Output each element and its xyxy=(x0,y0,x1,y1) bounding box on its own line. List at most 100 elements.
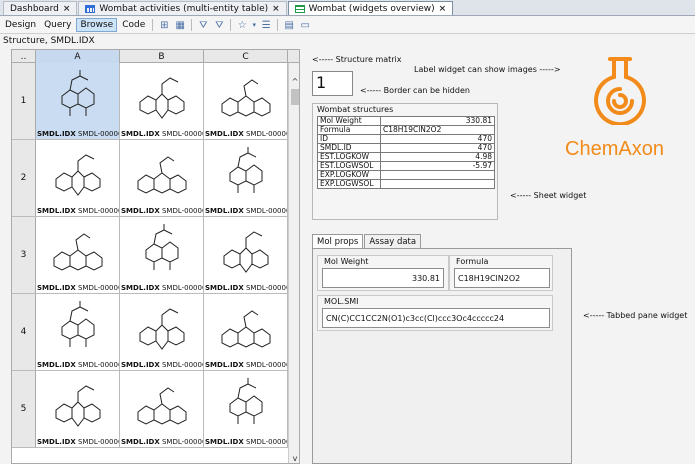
row-header[interactable]: 4 xyxy=(12,294,36,370)
sheet-widget-note: <----- Sheet widget xyxy=(510,191,587,200)
chevron-down-icon[interactable]: ▾ xyxy=(251,19,257,31)
tab-label: Wombat (widgets overview) xyxy=(308,3,435,14)
row-header[interactable]: 5 xyxy=(12,371,36,447)
row-header[interactable]: 2 xyxy=(12,140,36,216)
scrollbar-thumb[interactable] xyxy=(291,89,299,105)
structure-cell[interactable]: SMDL.IDX SMDL-00000 xyxy=(120,63,204,139)
mol-props-panel: Mol Weight 330.81 Formula C18H19ClN2O2 M… xyxy=(312,248,572,464)
tab-mol-props[interactable]: Mol props xyxy=(312,234,364,248)
sheet-title: Wombat structures xyxy=(317,105,394,114)
grid-header: .. A B C xyxy=(12,50,299,63)
structure-cell[interactable]: SMDL.IDX SMDL-00000 xyxy=(204,140,288,216)
widgets-icon xyxy=(294,4,305,13)
molecule-structure-icon xyxy=(53,233,103,271)
cell-label: SMDL.IDX SMDL-00000 xyxy=(205,207,287,215)
structure-cell[interactable]: SMDL.IDX SMDL-00000 xyxy=(204,294,288,370)
sheet-value-cell[interactable] xyxy=(380,179,495,189)
structure-cell[interactable]: SMDL.IDX SMDL-00000 xyxy=(36,63,120,139)
column-header-b[interactable]: B xyxy=(120,50,204,63)
cell-label: SMDL.IDX SMDL-00000 xyxy=(121,207,203,215)
structure-matrix-note: <----- Structure matrix xyxy=(312,55,402,64)
tab-dashboard[interactable]: Dashboard × xyxy=(3,1,78,15)
row-header[interactable]: 1 xyxy=(12,63,36,139)
sheet-row: Formula C18H19ClN2O2 xyxy=(317,125,495,135)
sheet-row: EXP.LOGWSOL xyxy=(317,179,495,189)
scroll-up-icon[interactable]: ^ xyxy=(289,75,299,87)
new-row-icon[interactable]: ⊞ xyxy=(157,19,171,31)
cell-label: SMDL.IDX SMDL-00000 xyxy=(121,438,203,446)
close-icon[interactable]: × xyxy=(439,4,447,14)
mol-weight-label: Mol Weight xyxy=(324,257,369,266)
table-icon xyxy=(85,4,96,13)
cell-label: SMDL.IDX SMDL-00000 xyxy=(205,438,287,446)
structure-cell[interactable]: SMDL.IDX SMDL-00000 xyxy=(120,371,204,447)
star-icon[interactable]: ☆ xyxy=(235,19,249,31)
row-header[interactable]: 3 xyxy=(12,217,36,293)
structure-cell[interactable]: SMDL.IDX SMDL-00000 xyxy=(120,217,204,293)
sheet-value-cell[interactable]: -5.97 xyxy=(380,161,495,171)
cell-label: SMDL.IDX SMDL-00000 xyxy=(37,207,119,215)
list-icon[interactable]: ☰ xyxy=(259,19,273,31)
molecule-structure-icon xyxy=(221,79,271,117)
smiles-field[interactable]: CN(C)CC1CC2N(O1)c3cc(Cl)ccc3Oc4ccccc24 xyxy=(322,308,550,328)
sheet-table: Mol Weight 330.81 Formula C18H19ClN2O2 ID 470… xyxy=(317,116,495,189)
chemaxon-logo-text: ChemAxon xyxy=(565,138,664,160)
grid-corner[interactable]: .. xyxy=(12,50,36,63)
formula-field[interactable]: C18H19ClN2O2 xyxy=(454,268,550,288)
molecule-structure-icon xyxy=(139,308,185,350)
tab-label: Dashboard xyxy=(10,3,59,14)
filter-icon[interactable]: ⛛ xyxy=(196,19,210,31)
mol-weight-group: Mol Weight 330.81 xyxy=(317,255,449,291)
sheet-widget: Wombat structures Mol Weight 330.81 Formul… xyxy=(312,103,498,220)
structure-cell[interactable]: SMDL.IDX SMDL-00000 xyxy=(204,371,288,447)
tab-wombat-widgets[interactable]: Wombat (widgets overview) × xyxy=(287,1,454,15)
molecule-structure-icon xyxy=(61,70,95,116)
molecule-structure-icon xyxy=(139,77,185,119)
form-icon[interactable]: ▭ xyxy=(298,19,312,31)
mol-weight-field[interactable]: 330.81 xyxy=(322,268,444,288)
column-header-a[interactable]: A xyxy=(36,50,120,63)
vertical-scrollbar[interactable]: ^ v xyxy=(288,63,299,463)
label-widget-note: Label widget can show images -----> xyxy=(414,65,561,74)
toolbar-separator xyxy=(230,19,232,31)
structure-cell[interactable]: SMDL.IDX SMDL-00000 xyxy=(36,371,120,447)
query-mode-button[interactable]: Query xyxy=(41,18,74,32)
grid-row: 2 SMDL.IDX SMDL-00000 SMDL.IDX SMDL-00000 S… xyxy=(12,140,288,217)
molecule-structure-icon xyxy=(229,147,263,193)
molecule-structure-icon xyxy=(137,156,187,194)
toolbar-separator xyxy=(277,19,279,31)
structure-grid[interactable]: .. A B C 1 SMDL.IDX SMDL-00000 SMDL.IDX SM… xyxy=(11,49,300,464)
browse-mode-button[interactable]: Browse xyxy=(76,18,118,32)
grid-body: 1 SMDL.IDX SMDL-00000 SMDL.IDX SMDL-00000 S… xyxy=(12,63,288,448)
toolbar-separator xyxy=(152,19,154,31)
structure-cell[interactable]: SMDL.IDX SMDL-00000 xyxy=(120,294,204,370)
cell-label: SMDL.IDX SMDL-00000 xyxy=(205,361,287,369)
sheet-value-cell[interactable] xyxy=(380,170,495,180)
tab-assay-data[interactable]: Assay data xyxy=(364,234,422,248)
structure-cell[interactable]: SMDL.IDX SMDL-00000 xyxy=(120,140,204,216)
cell-label: SMDL.IDX SMDL-00000 xyxy=(121,130,203,138)
structure-cell[interactable]: SMDL.IDX SMDL-00000 xyxy=(36,140,120,216)
close-icon[interactable]: × xyxy=(63,4,71,14)
scroll-down-icon[interactable]: v xyxy=(289,452,299,463)
column-header-c[interactable]: C xyxy=(204,50,288,63)
table-view-icon[interactable]: ▦ xyxy=(173,19,187,31)
design-mode-button[interactable]: Design xyxy=(2,18,39,32)
sheet-key-cell: EXP.LOGWSOL xyxy=(317,179,381,189)
layout-icon[interactable]: ▤ xyxy=(282,19,296,31)
grid-row: 3 SMDL.IDX SMDL-00000 SMDL.IDX SMDL-00000 S… xyxy=(12,217,288,294)
cell-label: SMDL.IDX SMDL-00000 xyxy=(37,361,119,369)
code-mode-button[interactable]: Code xyxy=(119,18,148,32)
grid-row: 5 SMDL.IDX SMDL-00000 SMDL.IDX SMDL-00000 S… xyxy=(12,371,288,448)
structure-cell[interactable]: SMDL.IDX SMDL-00000 xyxy=(204,217,288,293)
filter-clear-icon[interactable]: ⛛ xyxy=(212,19,226,31)
tab-wombat-activities[interactable]: Wombat activities (multi-entity table) × xyxy=(78,1,287,15)
structure-cell[interactable]: SMDL.IDX SMDL-00000 xyxy=(204,63,288,139)
cell-label: SMDL.IDX SMDL-00000 xyxy=(205,130,287,138)
close-icon[interactable]: × xyxy=(272,4,280,14)
matrix-index-field[interactable]: 1 xyxy=(312,71,353,96)
tabbed-pane: Mol props Assay data Mol Weight 330.81 F… xyxy=(312,234,572,464)
structure-cell[interactable]: SMDL.IDX SMDL-00000 xyxy=(36,217,120,293)
structure-cell[interactable]: SMDL.IDX SMDL-00000 xyxy=(36,294,120,370)
molecule-structure-icon xyxy=(145,224,179,270)
